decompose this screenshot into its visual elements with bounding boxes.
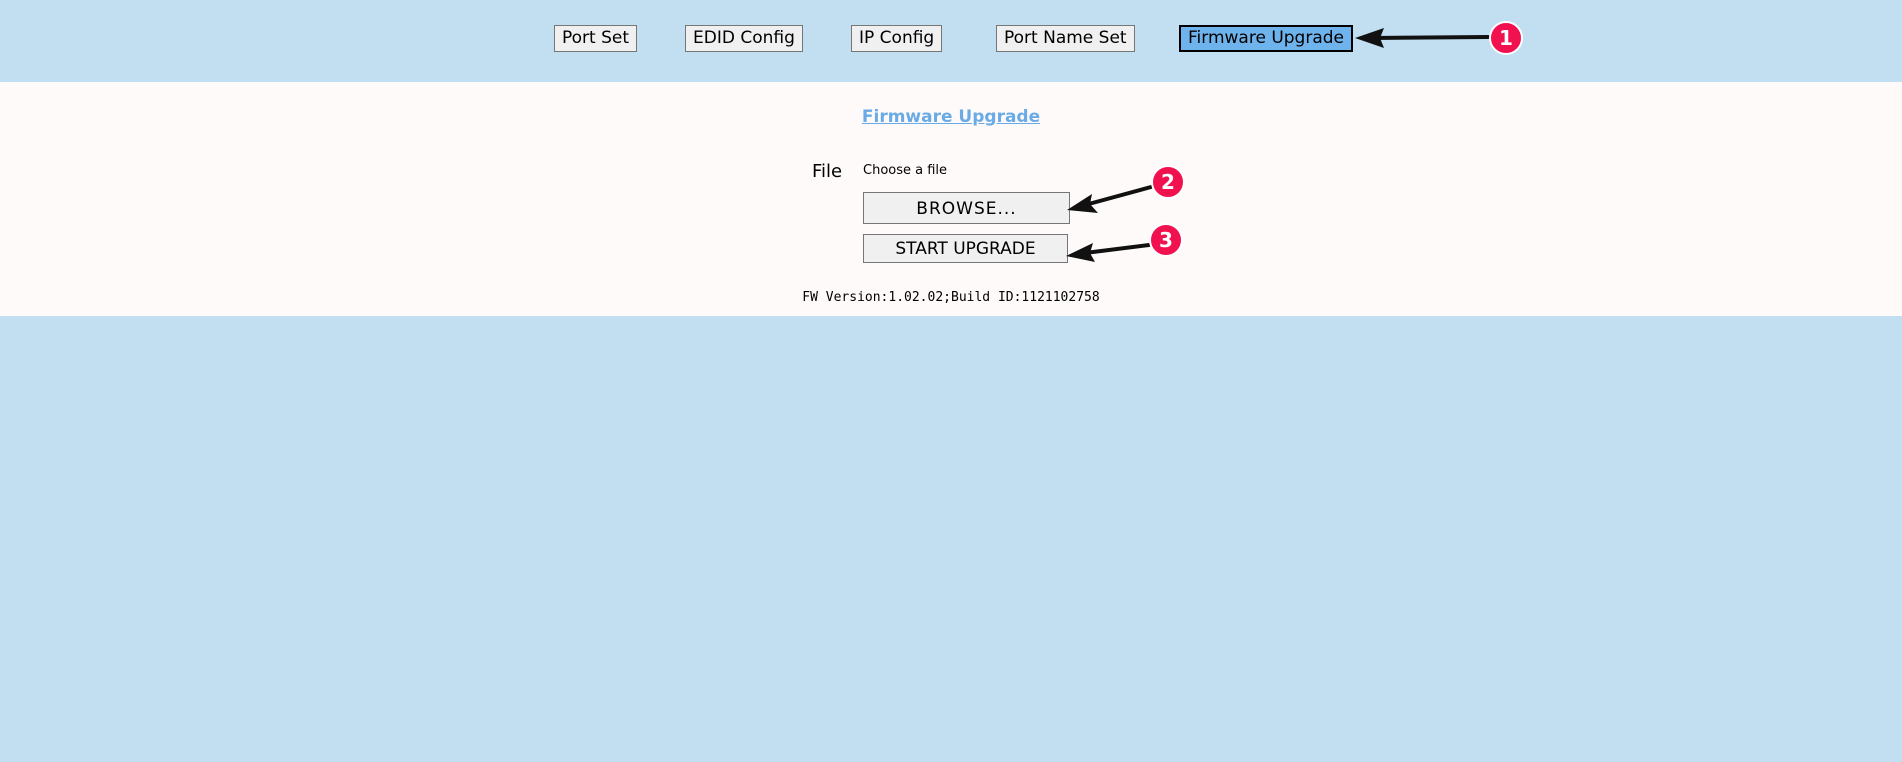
file-label: File [812, 161, 843, 182]
step-badge-2: 2 [1151, 165, 1185, 199]
ip-config-button[interactable]: IP Config [851, 25, 943, 52]
edid-config-button[interactable]: EDID Config [685, 25, 803, 52]
step-badge-1: 1 [1489, 21, 1523, 55]
browse-button[interactable]: BROWSE... [863, 192, 1070, 224]
firmware-upgrade-button[interactable]: Firmware Upgrade [1179, 25, 1353, 52]
start-upgrade-button[interactable]: START UPGRADE [863, 234, 1068, 263]
firmware-version-text: FW Version:1.02.02;Build ID:1121102758 [802, 290, 1100, 305]
arrow-1 [1355, 28, 1490, 48]
port-name-set-button[interactable]: Port Name Set [996, 25, 1135, 52]
choose-file-label: Choose a file [863, 163, 948, 178]
step-badge-3: 3 [1149, 223, 1183, 257]
page-title[interactable]: Firmware Upgrade [0, 107, 1902, 127]
port-set-button[interactable]: Port Set [554, 25, 638, 52]
